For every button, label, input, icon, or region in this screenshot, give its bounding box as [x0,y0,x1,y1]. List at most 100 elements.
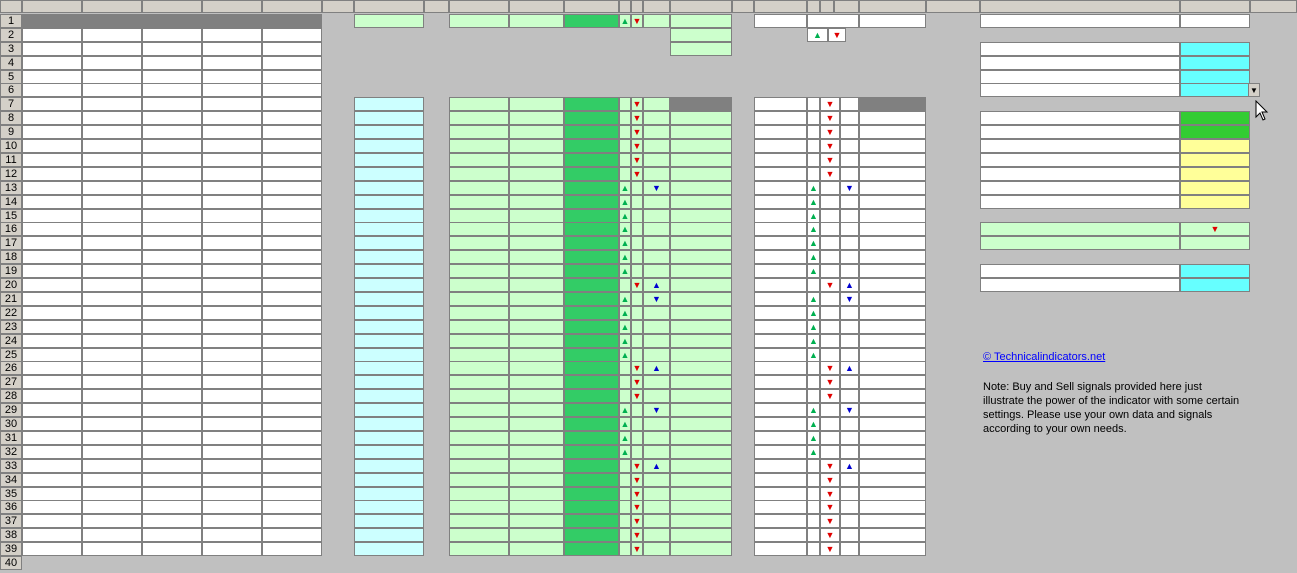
row-header-1[interactable]: 1 [0,14,22,28]
signal-down-cell[interactable]: ▼ [631,111,643,125]
signal-up-cell[interactable] [619,500,631,514]
active-stop-cell[interactable] [670,417,732,431]
own-indicator-cell[interactable] [354,195,424,209]
buy-sell-cell[interactable] [754,320,807,334]
own-indicator-cell[interactable] [354,97,424,111]
af-cell[interactable] [449,459,509,473]
buy-signal-cell[interactable] [807,514,820,528]
reversal-cell[interactable] [643,97,670,111]
empty-cell[interactable] [202,70,262,84]
psar-cell[interactable] [564,167,619,181]
reversal-cell[interactable]: ▼ [643,181,670,195]
active-stop-cell[interactable] [670,139,732,153]
high-cell[interactable] [142,348,202,362]
low-cell[interactable] [202,222,262,236]
extreme-cell[interactable] [509,111,564,125]
own-indicator-cell[interactable] [354,500,424,514]
date-cell[interactable] [22,375,82,389]
own-indicator-cell[interactable] [354,334,424,348]
close-cell[interactable] [262,459,322,473]
buy-sell-cell[interactable] [754,389,807,403]
buy-signal-cell[interactable] [807,111,820,125]
profit-loss-cell[interactable] [859,431,926,445]
buy-signal-cell[interactable] [807,528,820,542]
high-cell[interactable] [142,389,202,403]
profit-loss-cell[interactable] [859,389,926,403]
empty-cell[interactable] [22,70,82,84]
psar-cell[interactable] [564,431,619,445]
profit-loss-cell[interactable] [859,250,926,264]
reversal-signal-cell[interactable] [840,473,859,487]
signal-up-cell[interactable] [619,111,631,125]
psar-cell[interactable] [564,181,619,195]
profit-loss-cell[interactable] [859,111,926,125]
close-cell[interactable] [262,125,322,139]
profit-loss-cell[interactable] [859,292,926,306]
sell-signal-cell[interactable]: ▼ [820,111,840,125]
reversal-cell[interactable] [643,111,670,125]
close-cell[interactable] [262,111,322,125]
reversal-signal-cell[interactable] [840,320,859,334]
own-indicator-cell[interactable] [354,209,424,223]
open-cell[interactable] [82,292,142,306]
low-cell[interactable] [202,209,262,223]
column-header-b[interactable] [82,0,142,13]
psar-cell[interactable] [564,514,619,528]
own-indicator-cell[interactable] [354,222,424,236]
buy-sell-cell[interactable] [754,278,807,292]
profit-loss-cell[interactable] [859,542,926,556]
signal-up-cell[interactable]: ▲ [619,431,631,445]
open-cell[interactable] [82,375,142,389]
psar-cell[interactable] [564,236,619,250]
sell-signal-cell[interactable]: ▼ [820,375,840,389]
low-cell[interactable] [202,500,262,514]
own-indicator-cell[interactable] [354,111,424,125]
low-cell[interactable] [202,111,262,125]
high-cell[interactable] [142,514,202,528]
signal-up-cell[interactable]: ▲ [619,403,631,417]
reversal-cell[interactable] [643,445,670,459]
open-cell[interactable] [82,250,142,264]
psar-cell[interactable] [564,125,619,139]
signal-down-cell[interactable] [631,236,643,250]
reversal-cell[interactable] [643,320,670,334]
open-cell[interactable] [82,473,142,487]
sell-signal-cell[interactable] [820,292,840,306]
buy-sell-cell[interactable] [754,542,807,556]
active-stop-cell[interactable] [670,167,732,181]
psar-cell[interactable] [564,375,619,389]
low-cell[interactable] [202,348,262,362]
row-header-18[interactable]: 18 [0,250,22,264]
psar-cell[interactable] [564,459,619,473]
reversal-cell[interactable] [643,473,670,487]
extreme-cell[interactable] [509,209,564,223]
signal-down-cell[interactable]: ▼ [631,542,643,556]
empty-cell[interactable] [22,28,82,42]
low-cell[interactable] [202,292,262,306]
extreme-cell[interactable] [509,278,564,292]
column-header-i[interactable] [449,0,509,13]
reversal-cell[interactable]: ▲ [643,278,670,292]
active-stop-cell[interactable] [670,445,732,459]
row-header-19[interactable]: 19 [0,264,22,278]
signal-up-cell[interactable] [619,153,631,167]
row-header-14[interactable]: 14 [0,195,22,209]
low-cell[interactable] [202,125,262,139]
reversal-cell[interactable] [643,209,670,223]
open-cell[interactable] [82,459,142,473]
active-stop-cell[interactable] [670,278,732,292]
sell-signal-cell[interactable] [820,222,840,236]
empty-cell[interactable] [262,83,322,97]
profit-loss-cell[interactable] [859,348,926,362]
open-cell[interactable] [82,431,142,445]
signal-down-cell[interactable] [631,320,643,334]
reversal-cell[interactable] [643,250,670,264]
reversal-signal-cell[interactable] [840,514,859,528]
close-cell[interactable] [262,167,322,181]
row-header-2[interactable]: 2 [0,28,22,42]
high-cell[interactable] [142,306,202,320]
high-cell[interactable] [142,500,202,514]
extreme-cell[interactable] [509,250,564,264]
row-header-36[interactable]: 36 [0,500,22,514]
high-cell[interactable] [142,139,202,153]
